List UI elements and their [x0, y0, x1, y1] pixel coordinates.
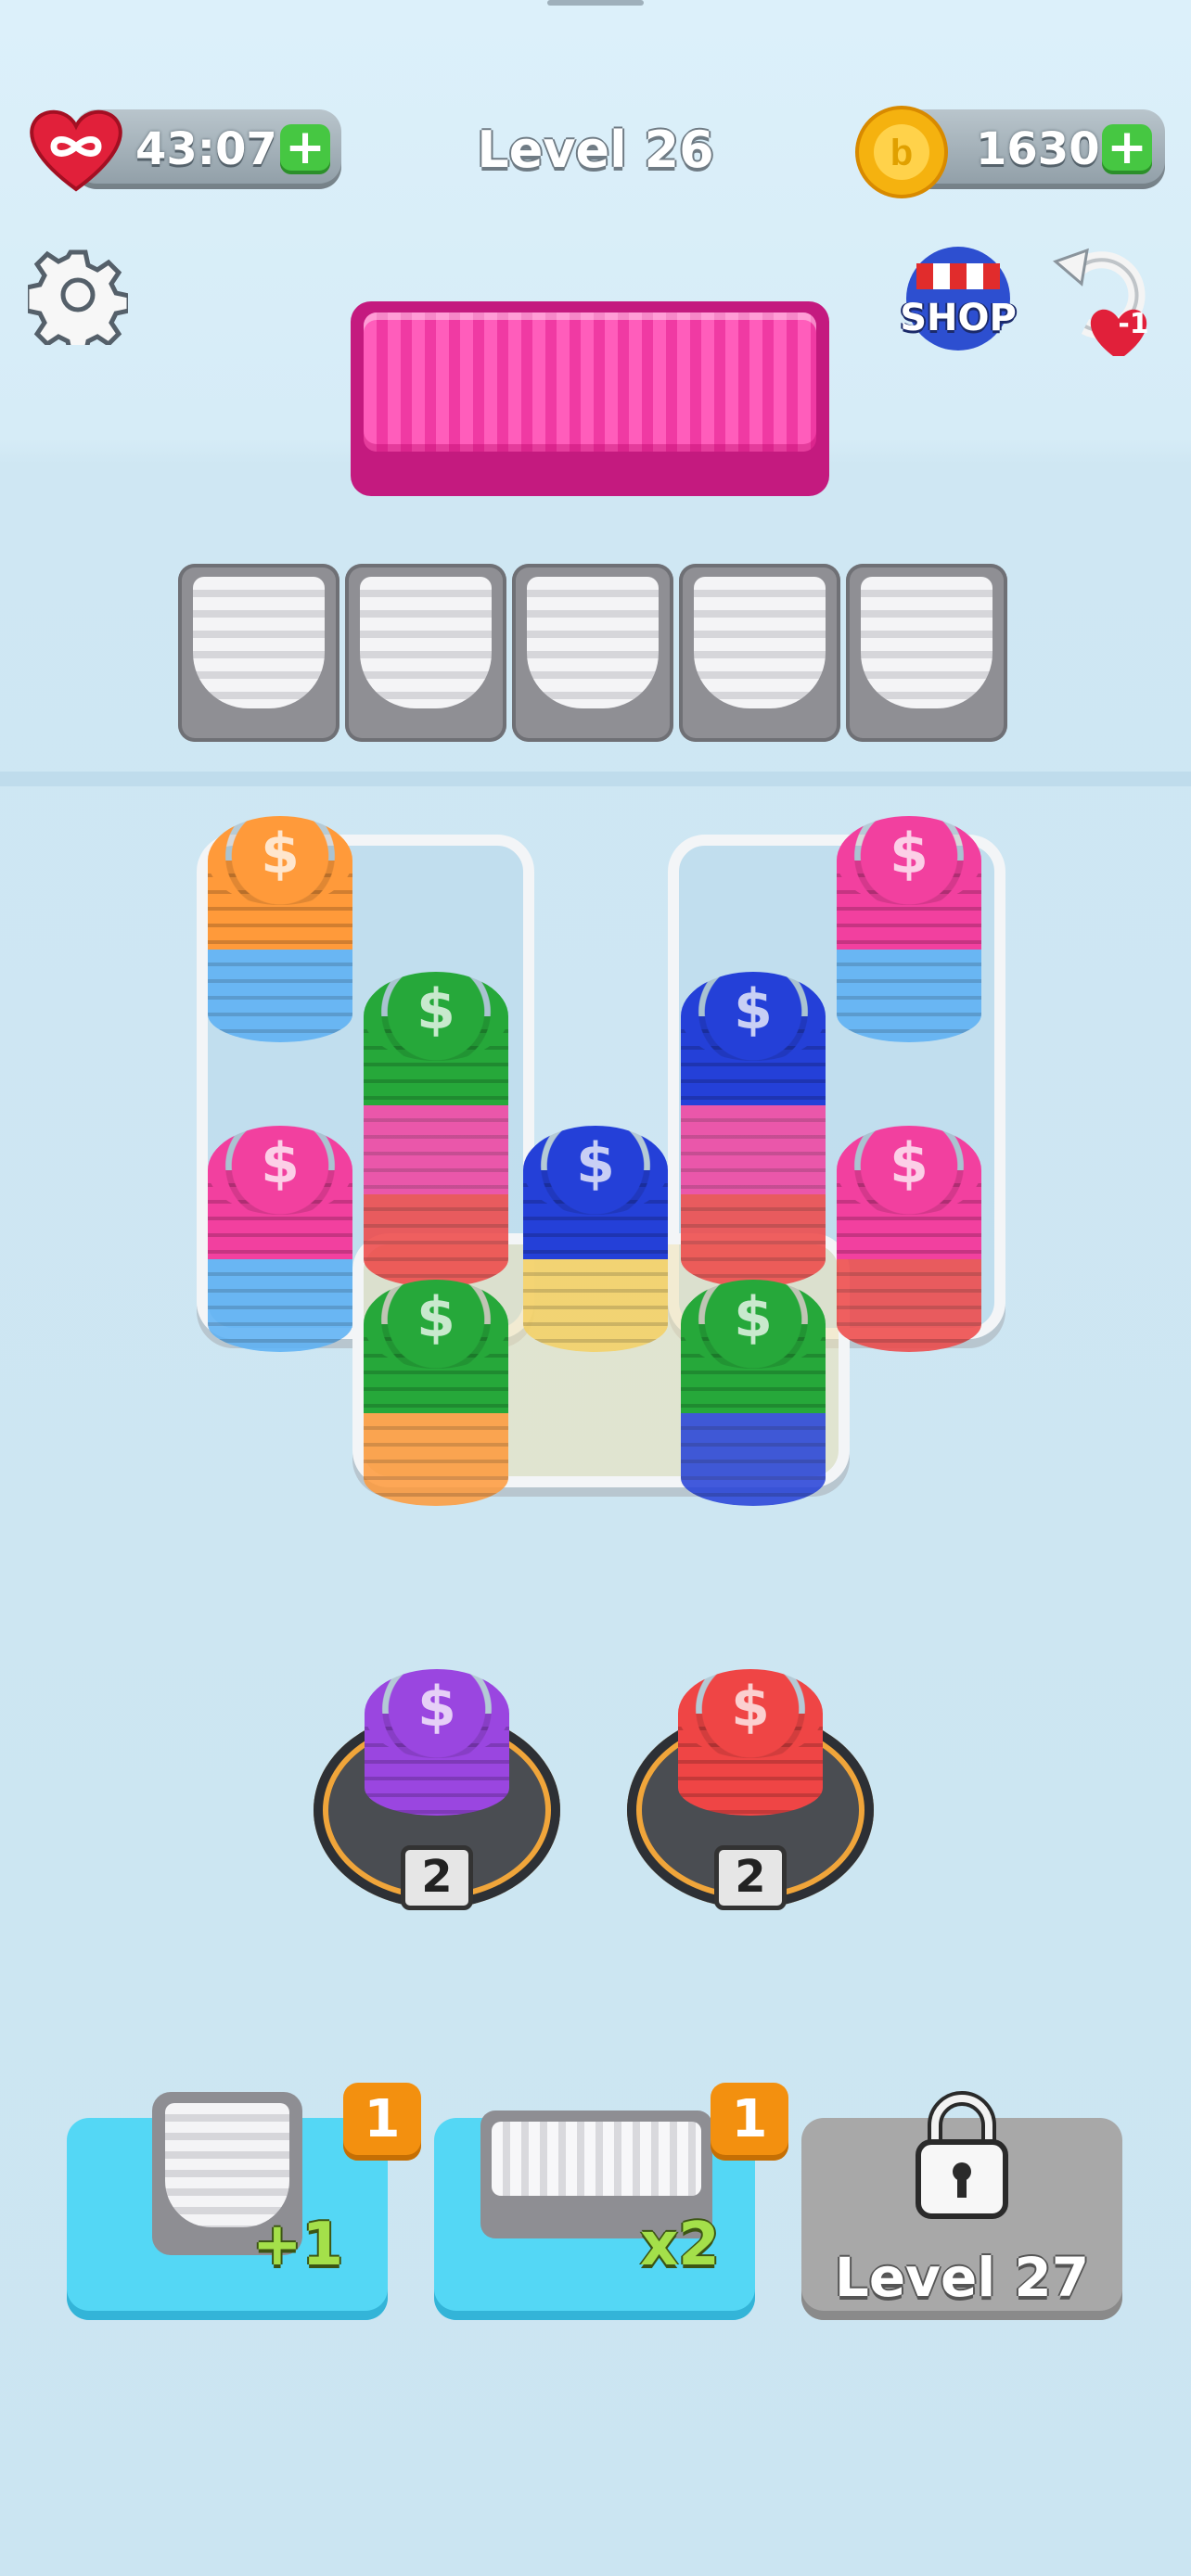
coin-layer-red [837, 1259, 981, 1352]
gold-coin-icon: b [853, 104, 950, 200]
dollar-coin-icon: $ [837, 816, 981, 905]
dollar-coin-icon: $ [208, 1126, 352, 1215]
add-slot-booster-button[interactable]: +1 1 [67, 2083, 421, 2320]
dollar-coin-icon: $ [364, 1280, 508, 1369]
svg-text:b: b [890, 133, 913, 173]
target-tray [351, 301, 829, 496]
infinite-heart-icon [26, 104, 126, 195]
padlock-icon [913, 2090, 1011, 2220]
locked-booster-label: Level 27 [834, 2246, 1090, 2309]
dollar-coin-icon: $ [364, 972, 508, 1061]
booster-label: x2 [640, 2211, 720, 2279]
dollar-coin-icon: $ [681, 972, 826, 1061]
coin-layer-red [681, 1194, 826, 1287]
coin-layer-blue [681, 1413, 826, 1506]
lives-timer: 43:07 [135, 123, 277, 175]
booster-label: +1 [252, 2211, 344, 2279]
gear-icon[interactable] [24, 245, 132, 357]
shop-label: SHOP [900, 297, 1017, 339]
shop-button[interactable]: SHOP [900, 241, 1017, 352]
coin-layer-orange [364, 1413, 508, 1506]
locked-booster: Level 27 [801, 2091, 1122, 2320]
add-coins-button[interactable]: + [1102, 123, 1152, 174]
dollar-coin-icon: $ [208, 816, 352, 905]
coin-count: 1630 [976, 123, 1100, 175]
coin-layer-lightblue [837, 950, 981, 1042]
coin-layer-red [364, 1194, 508, 1287]
double-tray-booster-button[interactable]: x2 1 [434, 2083, 788, 2320]
booster-count-badge: 1 [343, 2083, 421, 2161]
holding-slot [846, 564, 1007, 742]
dollar-coin-icon: $ [365, 1669, 509, 1758]
booster-count-badge: 1 [711, 2083, 788, 2161]
level-title: Level 26 [477, 121, 714, 179]
coin-layer-lightblue [208, 950, 352, 1042]
holding-slot [178, 564, 339, 742]
dollar-coin-icon: $ [678, 1669, 823, 1758]
add-lives-button[interactable]: + [280, 123, 330, 174]
dollar-coin-icon: $ [681, 1280, 826, 1369]
undo-cost: -1 [1118, 308, 1149, 340]
holding-slot [345, 564, 506, 742]
undo-arrow-icon [1053, 248, 1147, 356]
holding-slot [679, 564, 840, 742]
dollar-coin-icon: $ [523, 1126, 668, 1215]
board-divider [0, 772, 1191, 786]
spawner-count-badge: 2 [714, 1845, 787, 1910]
coin-layer-pink [364, 1105, 508, 1194]
coin-layer-lightblue [208, 1259, 352, 1352]
holding-slot [512, 564, 673, 742]
coin-layer-yellow [523, 1259, 668, 1352]
home-indicator [547, 0, 644, 6]
spawner-count-badge: 2 [401, 1845, 473, 1910]
undo-button[interactable]: -1 [1048, 243, 1167, 362]
dollar-coin-icon: $ [837, 1126, 981, 1215]
coin-layer-pink [681, 1105, 826, 1194]
